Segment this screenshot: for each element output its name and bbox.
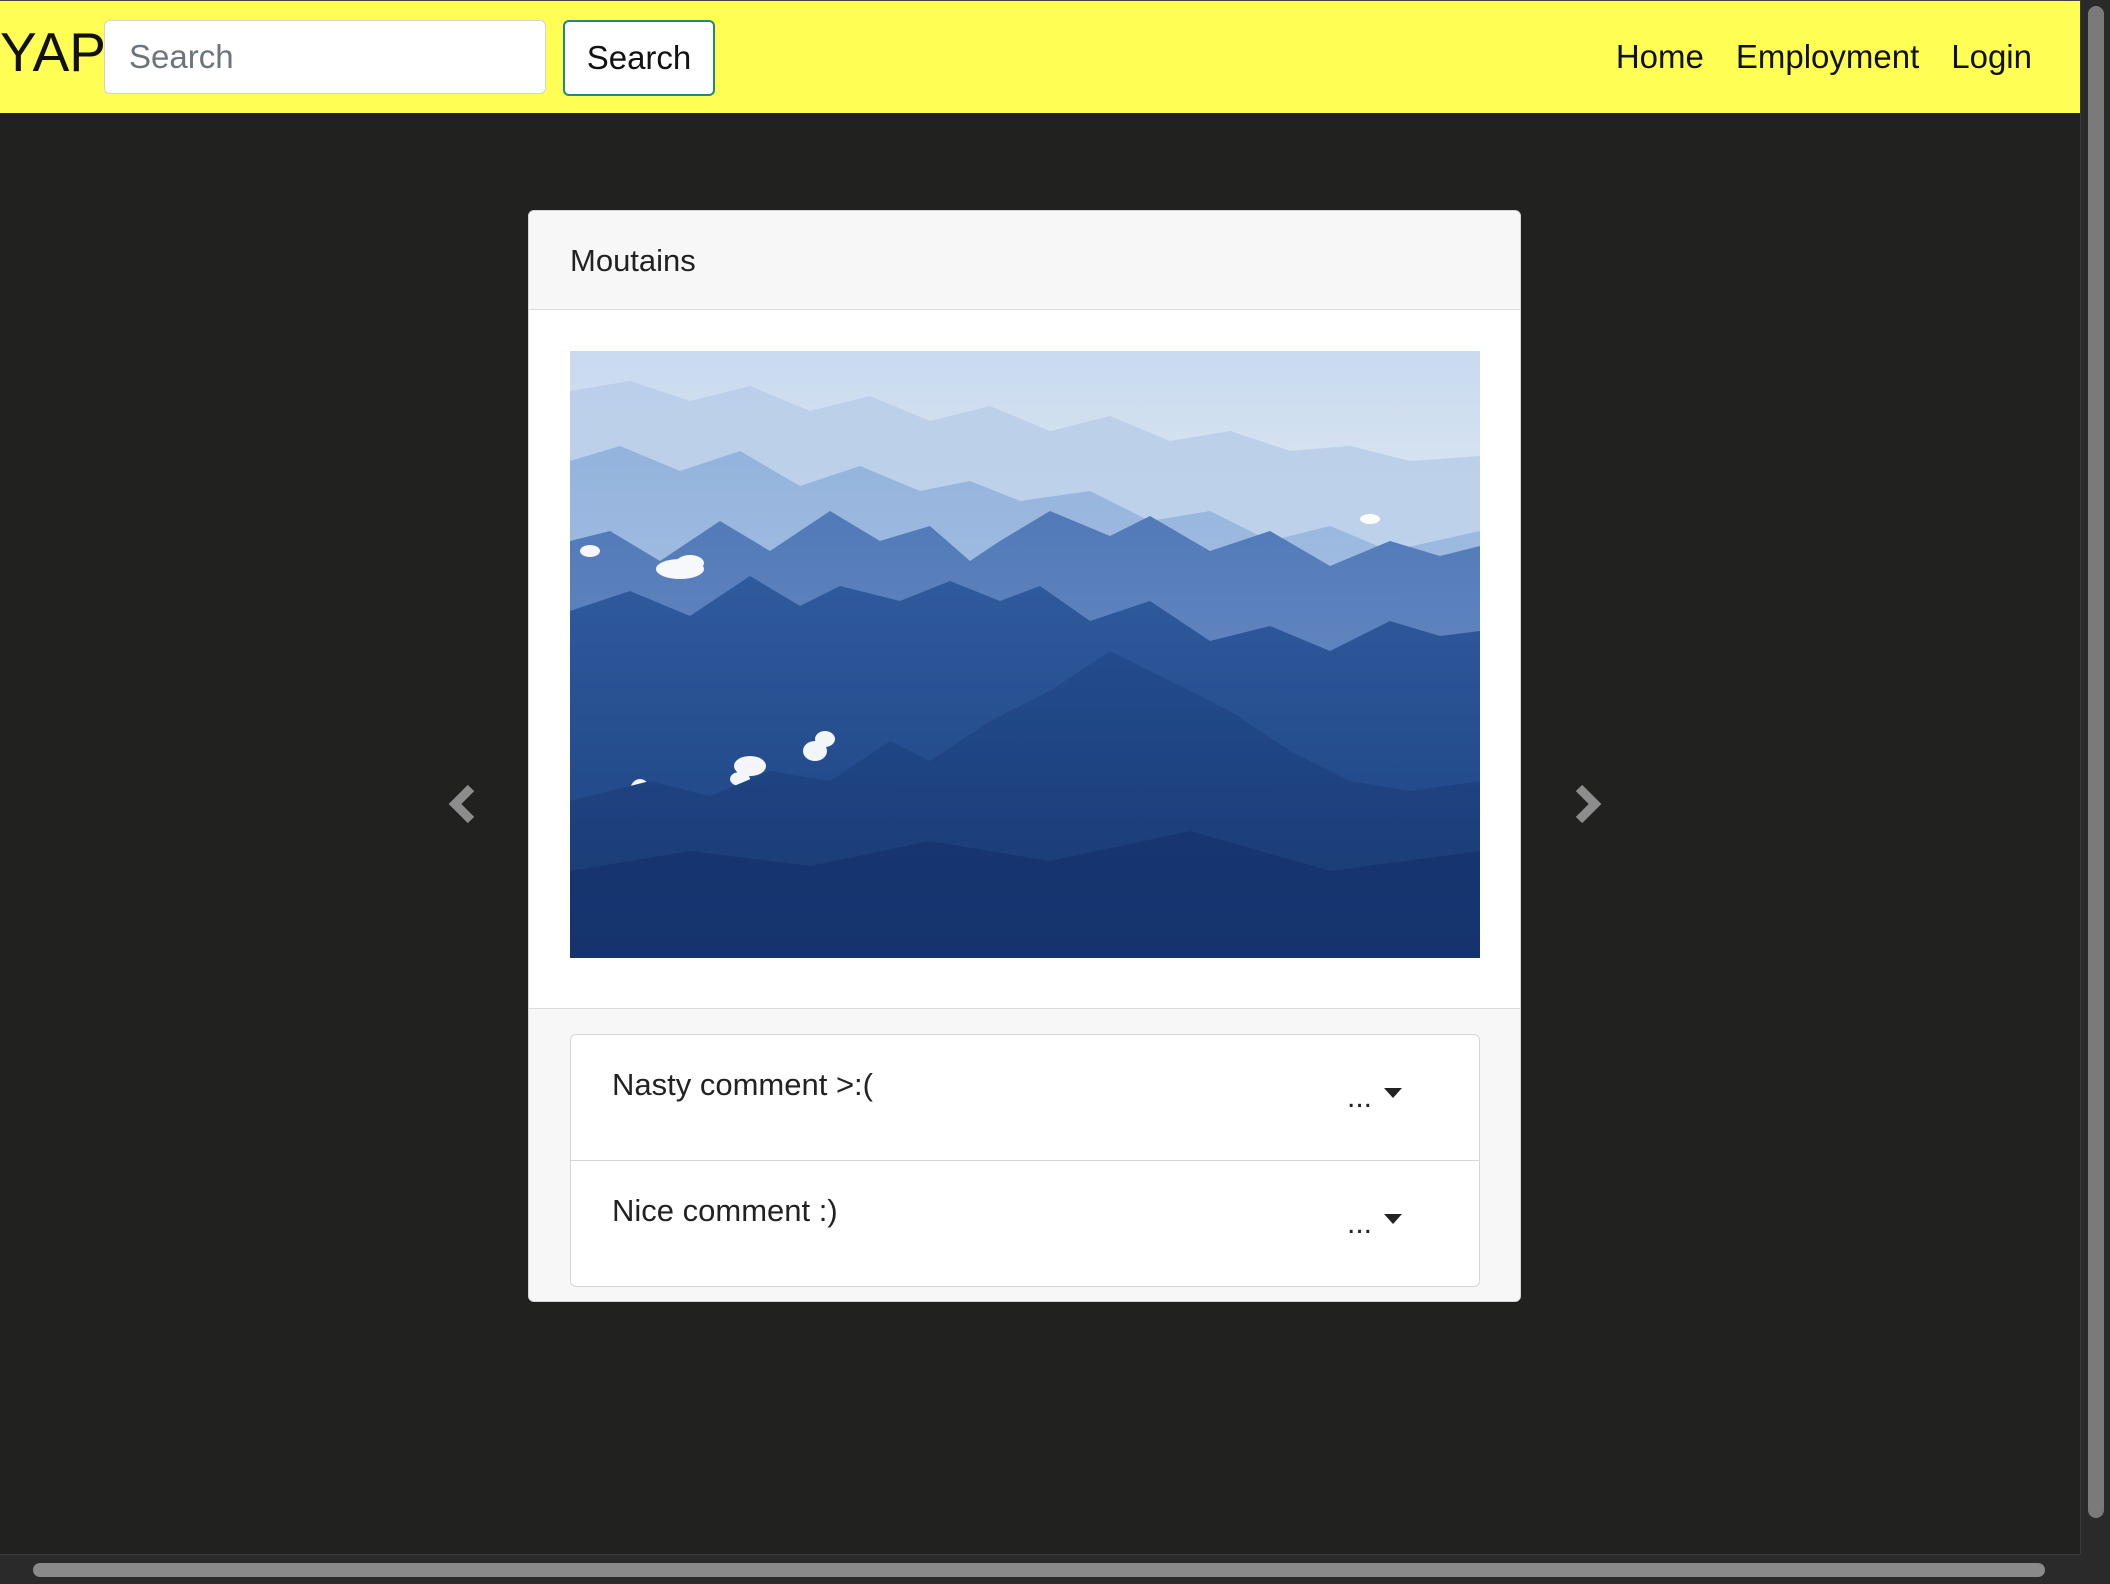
- caret-down-icon: [1384, 1214, 1403, 1224]
- comment-options-dropdown[interactable]: ...: [1347, 1073, 1403, 1114]
- brand-logo[interactable]: YAP: [0, 19, 106, 85]
- ellipsis-icon: ...: [1347, 1207, 1373, 1240]
- ellipsis-icon: ...: [1347, 1081, 1373, 1114]
- post-body: [529, 310, 1520, 1008]
- mountain-landscape-image: [570, 351, 1480, 958]
- comment-text: Nasty comment >:(: [612, 1067, 873, 1102]
- scrollbar-corner: [2080, 1554, 2110, 1584]
- carousel-prev-button[interactable]: [443, 780, 483, 828]
- comment-text: Nice comment :): [612, 1193, 838, 1228]
- nav-link-login[interactable]: Login: [1951, 37, 2032, 77]
- chevron-right-icon: [1575, 784, 1602, 824]
- vertical-scrollbar[interactable]: [2080, 0, 2110, 1554]
- post-card: Moutains Nasty comment >:(... Nice comm…: [528, 210, 1521, 1302]
- comment-list: Nasty comment >:( ... Nice comment :) ..…: [570, 1034, 1480, 1287]
- chevron-left-icon: [448, 784, 475, 824]
- nav-link-home[interactable]: Home: [1616, 37, 1704, 77]
- navbar: YAP Search Home Employment Login: [0, 0, 2080, 113]
- search-button[interactable]: Search: [563, 20, 715, 96]
- carousel-next-button[interactable]: [1567, 780, 1607, 828]
- vertical-scrollbar-thumb[interactable]: [2088, 6, 2104, 1518]
- nav-link-employment[interactable]: Employment: [1736, 37, 1919, 77]
- comment-item: Nasty comment >:( ...: [571, 1035, 1479, 1161]
- caret-down-icon: [1384, 1088, 1403, 1098]
- comment-item: Nice comment :) ...: [571, 1161, 1479, 1286]
- post-footer: Nasty comment >:( ... Nice comment :) ..…: [529, 1008, 1520, 1301]
- nav-links: Home Employment Login: [1616, 37, 2032, 77]
- post-title: Moutains: [529, 211, 1520, 310]
- horizontal-scrollbar-thumb[interactable]: [33, 1563, 2045, 1577]
- search-input[interactable]: [104, 20, 546, 94]
- horizontal-scrollbar[interactable]: [0, 1554, 2080, 1584]
- comment-options-dropdown[interactable]: ...: [1347, 1199, 1403, 1240]
